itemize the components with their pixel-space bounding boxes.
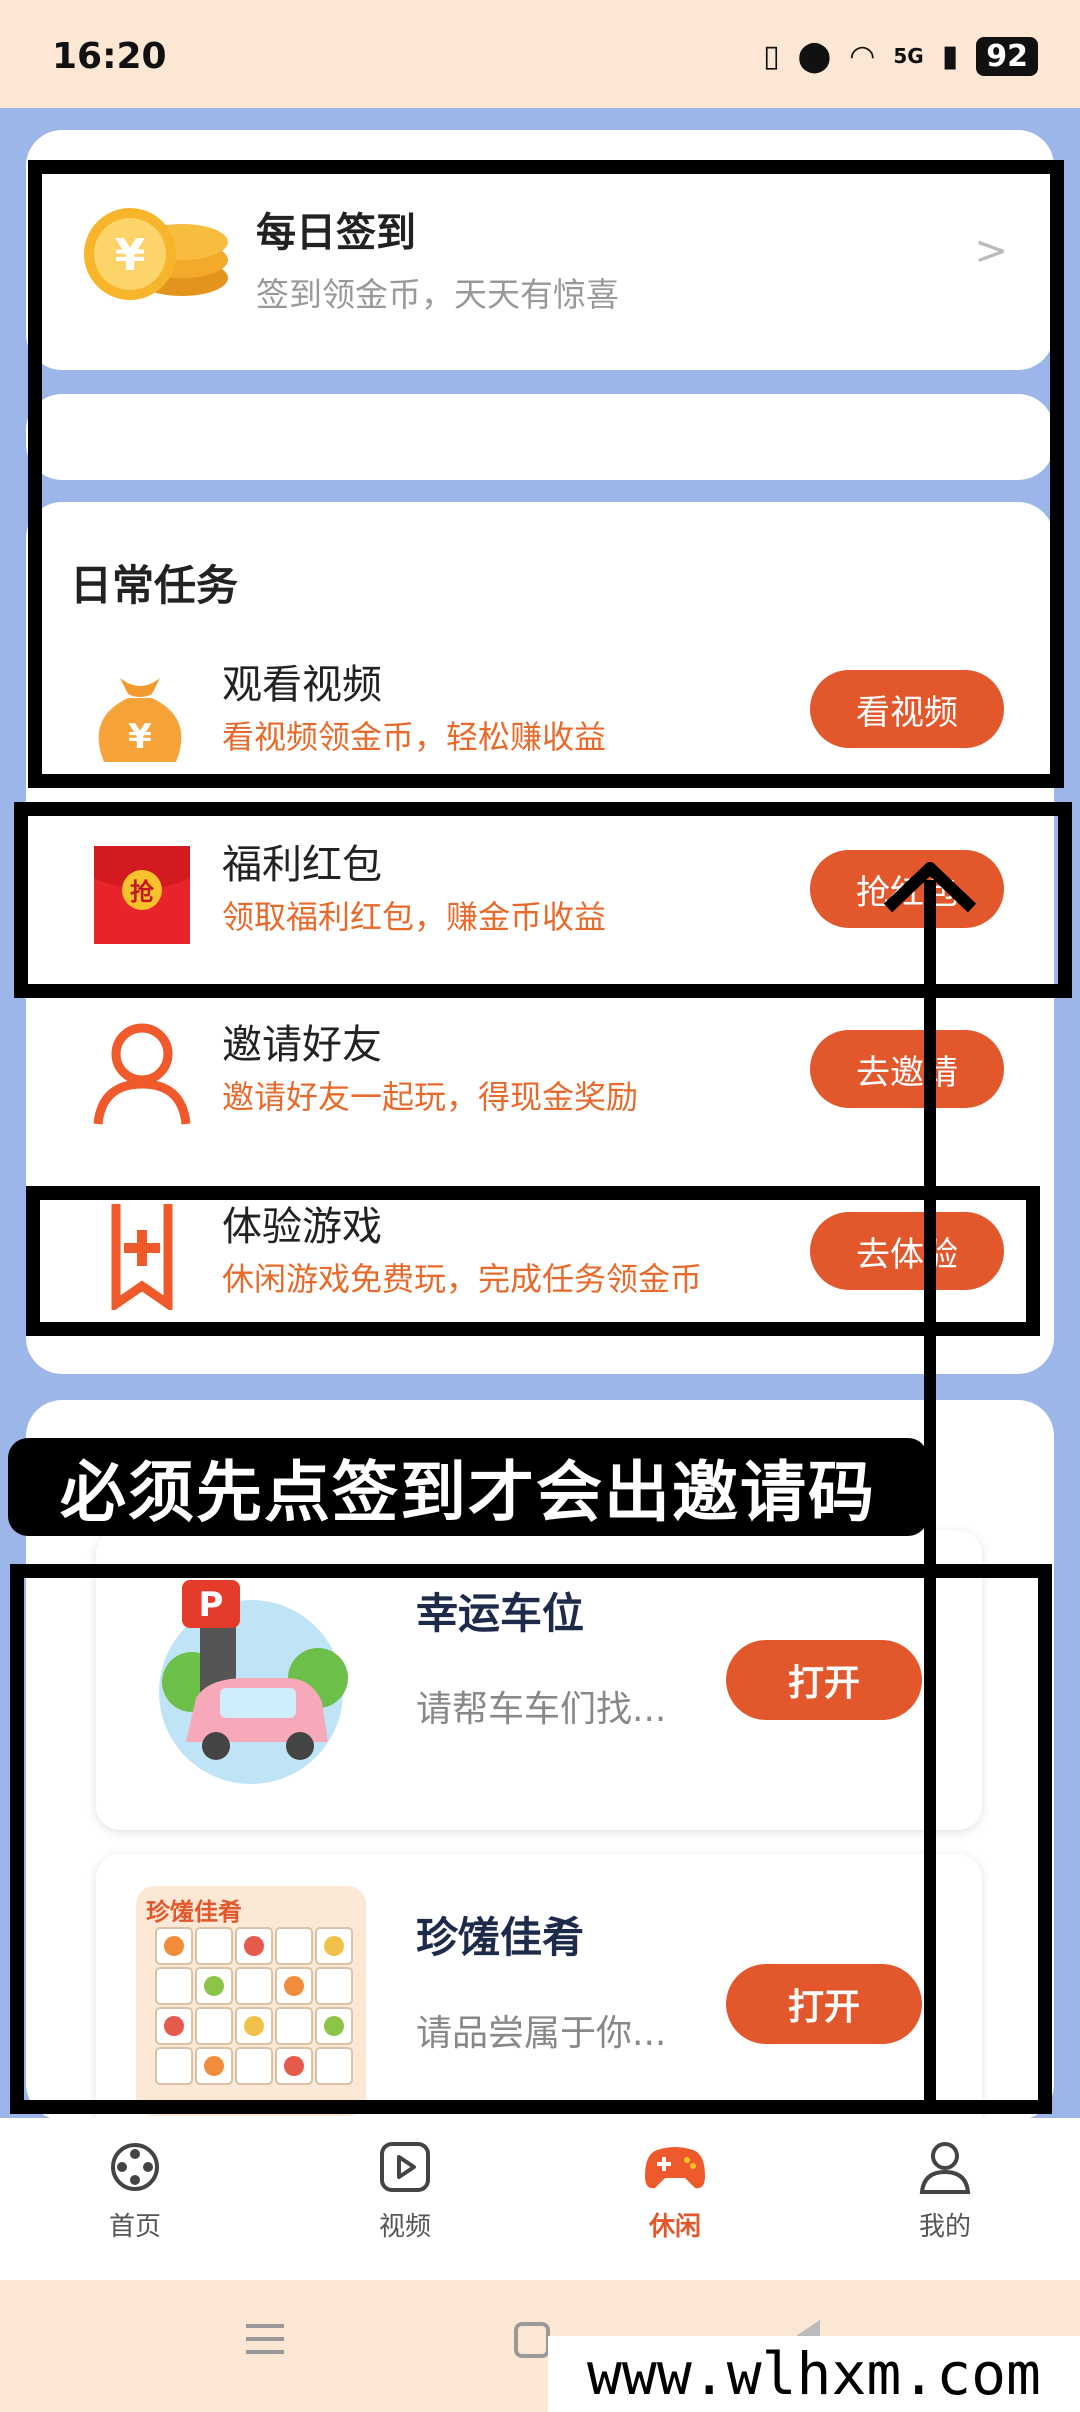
person-icon xyxy=(93,1023,191,1125)
wifi-icon: ◠ xyxy=(849,38,876,74)
tab-video[interactable]: 视频 xyxy=(330,2138,480,2258)
film-reel-icon xyxy=(111,2143,159,2191)
home-icon[interactable] xyxy=(514,2322,550,2358)
tab-label: 休闲 xyxy=(648,2212,701,2242)
status-time: 16:20 xyxy=(52,36,167,77)
status-icons: ▯ ⬤ ◠ 5G ▮ 92 xyxy=(763,34,1038,78)
tab-leisure[interactable]: 休闲 xyxy=(600,2138,750,2258)
signal-icon: ▮ xyxy=(941,38,959,74)
annotation-frame-checkin xyxy=(28,160,1064,788)
user-icon xyxy=(919,2142,971,2194)
tab-label: 我的 xyxy=(918,2212,971,2242)
location-icon: ⬤ xyxy=(797,38,832,74)
tab-label: 视频 xyxy=(378,2212,431,2242)
tab-mine[interactable]: 我的 xyxy=(870,2138,1020,2258)
task-desc: 邀请好友一起玩，得现金奖励 xyxy=(222,1078,639,1116)
task-name: 邀请好友 xyxy=(222,1022,382,1068)
menu-icon[interactable] xyxy=(246,2324,284,2354)
bottom-tab-bar: 首页 视频 休闲 我的 xyxy=(0,2118,1080,2280)
gamepad-icon xyxy=(645,2147,705,2189)
tab-label: 首页 xyxy=(108,2212,161,2242)
tab-home[interactable]: 首页 xyxy=(60,2138,210,2258)
annotation-caption: 必须先点签到才会出邀请码 xyxy=(8,1438,928,1536)
video-play-icon xyxy=(380,2142,430,2192)
vibrate-icon: ▯ xyxy=(763,38,780,74)
status-bar: 16:20 ▯ ⬤ ◠ 5G ▮ 92 xyxy=(0,0,1080,108)
battery-indicator: 92 xyxy=(976,36,1038,76)
network-label: 5G xyxy=(893,44,924,68)
watermark: www.wlhxm.com xyxy=(548,2336,1080,2412)
